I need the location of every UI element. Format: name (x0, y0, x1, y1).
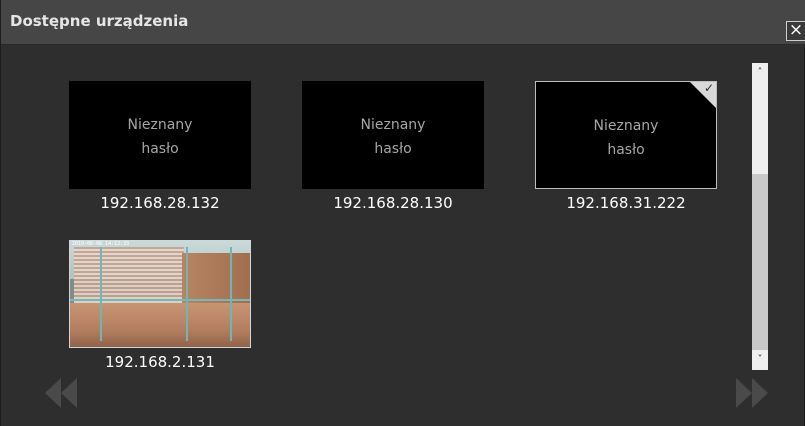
scroll-thumb[interactable] (752, 174, 768, 350)
device-ip-label: 192.168.31.222 (566, 194, 686, 212)
device-tile[interactable]: Nieznany hasło 192.168.28.132 (69, 81, 251, 212)
dialog-title: Dostępne urządzenia (10, 12, 189, 30)
device-status-label: Nieznany (127, 117, 193, 133)
device-ip-label: 192.168.28.130 (333, 194, 453, 212)
camera-osd-timestamp: 2019-08-06 14:12:33 (72, 241, 130, 247)
vertical-scrollbar[interactable]: ˄ ˅ (752, 63, 768, 370)
device-ip-label: 192.168.2.131 (105, 353, 215, 371)
next-page-button[interactable] (734, 376, 770, 410)
device-tile[interactable]: 2019-08-06 14:12:33 192.168.2.131 (69, 240, 251, 371)
camera-preview-image[interactable]: 2019-08-06 14:12:33 (69, 240, 251, 348)
device-password-label: hasło (141, 141, 179, 157)
previous-page-button[interactable] (43, 376, 79, 410)
device-tile-selected[interactable]: ✓ Nieznany hasło 192.168.31.222 (535, 81, 717, 212)
device-ip-label: 192.168.28.132 (100, 194, 220, 212)
device-status-label: Nieznany (360, 117, 426, 133)
close-icon: × (788, 20, 804, 40)
dialog-titlebar: Dostępne urządzenia × (1, 0, 805, 45)
device-thumbnail[interactable]: Nieznany hasło (302, 81, 484, 189)
device-password-label: hasło (607, 142, 645, 158)
double-arrow-left-icon (45, 378, 77, 408)
close-button[interactable]: × (786, 21, 805, 41)
device-status-label: Nieznany (593, 118, 659, 134)
scroll-up-button[interactable]: ˄ (752, 65, 768, 81)
scroll-down-button[interactable]: ˅ (752, 352, 768, 368)
chevron-down-icon: ˅ (757, 354, 763, 365)
chevron-up-icon: ˄ (757, 67, 763, 78)
device-password-label: hasło (374, 141, 412, 157)
device-thumbnail[interactable]: ✓ Nieznany hasło (535, 81, 717, 189)
check-icon: ✓ (703, 81, 714, 95)
available-devices-dialog: Dostępne urządzenia × Nieznany hasło 192… (0, 0, 805, 426)
device-tile[interactable]: Nieznany hasło 192.168.28.130 (302, 81, 484, 212)
device-thumbnail[interactable]: Nieznany hasło (69, 81, 251, 189)
double-arrow-right-icon (736, 378, 768, 408)
